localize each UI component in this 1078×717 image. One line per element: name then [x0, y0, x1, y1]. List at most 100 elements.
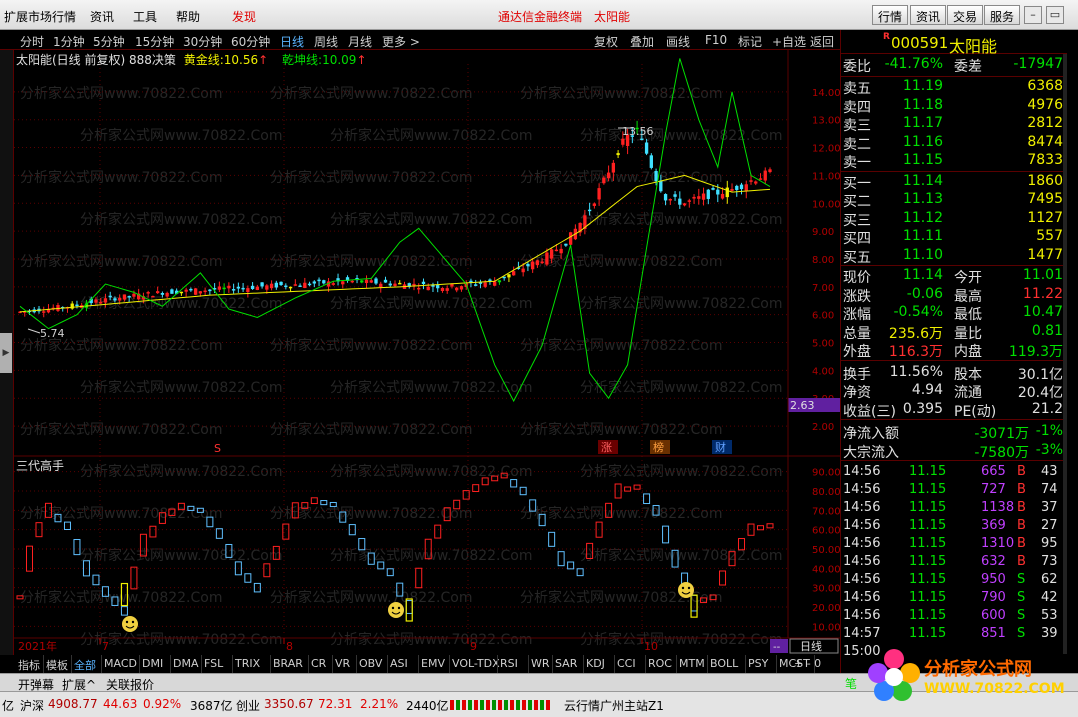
- period-timeshare[interactable]: 分时: [20, 33, 44, 50]
- tab-separator: [139, 655, 140, 673]
- tool-draw[interactable]: 画线: [666, 33, 690, 50]
- candle-body: [421, 281, 426, 285]
- row-label-2: 内盘: [954, 344, 982, 360]
- row-label: 净资: [843, 385, 871, 401]
- marker-bang[interactable]: 榜: [653, 440, 664, 454]
- restore-icon[interactable]: ▭: [1046, 6, 1064, 24]
- marker-cai[interactable]: 财: [715, 440, 726, 454]
- smiley-icon: [122, 616, 138, 632]
- period-monthly[interactable]: 月线: [348, 33, 372, 50]
- menu-discover[interactable]: 发现: [232, 8, 256, 25]
- indicator-tab-brar[interactable]: BRAR: [273, 657, 303, 670]
- tool-back[interactable]: 返回: [810, 33, 834, 50]
- menu-tools[interactable]: 工具: [133, 8, 157, 25]
- candle-body: [682, 203, 687, 206]
- candle-body: [227, 285, 231, 289]
- trade-button[interactable]: 交易: [947, 5, 984, 25]
- indicator-tab-vr[interactable]: VR: [335, 657, 350, 670]
- indicator-tab-psy[interactable]: PSY: [748, 657, 768, 670]
- y-tick-label: 4.00: [812, 366, 834, 377]
- row-value-2: 10.47: [1022, 304, 1063, 320]
- tool-overlay[interactable]: 叠加: [630, 33, 654, 50]
- sub-bar: [149, 525, 157, 538]
- period-15min[interactable]: 15分钟: [135, 33, 174, 50]
- period-more[interactable]: 更多 >: [382, 33, 420, 50]
- indicator-tab-rsi[interactable]: RSI: [500, 657, 518, 670]
- stock-name[interactable]: 太阳能: [949, 33, 997, 57]
- indicator-tab-dma[interactable]: DMA: [173, 657, 199, 670]
- server-status[interactable]: 云行情广州主站Z1: [564, 697, 664, 714]
- qk-value: 10.09: [322, 53, 357, 67]
- indicator-tab-voltdx[interactable]: VOL-TDX: [452, 657, 500, 670]
- period-daily[interactable]: 日线: [280, 33, 304, 50]
- candle-body: [611, 162, 616, 173]
- tool-mark[interactable]: 标记: [738, 33, 762, 50]
- row-label: 总量: [843, 325, 871, 342]
- tool-adjust[interactable]: 复权: [594, 33, 618, 50]
- indicator-tab-[interactable]: 指标: [18, 657, 40, 673]
- indicator-tab-mtm[interactable]: MTM: [679, 657, 705, 670]
- indicator-tab-[interactable]: 模板: [46, 657, 68, 673]
- y-tick-label: 13.00: [812, 116, 840, 127]
- candle-body: [122, 294, 127, 300]
- indicator-tab-trix[interactable]: TRIX: [235, 657, 260, 670]
- hs-label[interactable]: 沪深: [20, 697, 44, 714]
- marker-s[interactable]: S: [214, 442, 221, 455]
- indicator-tab-fsl[interactable]: FSL: [204, 657, 223, 670]
- tab-separator: [776, 655, 777, 673]
- tab-scroll-icon[interactable]: + - 0: [794, 657, 821, 670]
- indicator-tab-[interactable]: 全部: [74, 657, 96, 673]
- candle-body: [559, 248, 563, 254]
- menu-news[interactable]: 资讯: [90, 8, 114, 25]
- tool-add-favorite[interactable]: +自选: [772, 33, 806, 50]
- indicator-tab-roc[interactable]: ROC: [648, 657, 672, 670]
- minimize-icon[interactable]: –: [1024, 6, 1042, 24]
- row-label-2: 流通: [954, 385, 982, 401]
- candle-body: [265, 285, 269, 290]
- marker-zhang[interactable]: 涨: [601, 441, 612, 454]
- indicator-tab-obv[interactable]: OBV: [359, 657, 382, 670]
- period-1min[interactable]: 1分钟: [53, 33, 85, 50]
- tick-count: 73: [1041, 554, 1058, 569]
- row-value-2: 1127: [1027, 209, 1063, 226]
- indicator-tab-emv[interactable]: EMV: [421, 657, 445, 670]
- stock-code[interactable]: 000591: [891, 34, 948, 52]
- indicator-tab-asi[interactable]: ASI: [390, 657, 408, 670]
- indicator-tab-boll[interactable]: BOLL: [710, 657, 738, 670]
- cy-label[interactable]: 创业: [236, 697, 260, 714]
- quote-button[interactable]: 行情: [872, 5, 909, 25]
- sub-bar: [120, 606, 128, 616]
- indicator-tab-cci[interactable]: CCI: [617, 657, 636, 670]
- indicator-tab-dmi[interactable]: DMI: [142, 657, 163, 670]
- panel-scrollbar[interactable]: [1063, 54, 1067, 654]
- news-button[interactable]: 资讯: [910, 5, 947, 25]
- indicator-tab-wr[interactable]: WR: [531, 657, 550, 670]
- candle-body: [488, 279, 492, 282]
- sub-bar: [130, 566, 138, 590]
- row-value: 11.13: [902, 191, 943, 207]
- period-30min[interactable]: 30分钟: [183, 33, 222, 50]
- ticks-label[interactable]: 笔: [845, 675, 857, 692]
- stock-info-title: 太阳能(日线 前复权) 888决策: [16, 53, 176, 67]
- tick-volume: 632: [981, 554, 1006, 569]
- row-value-2: -17947: [1013, 56, 1063, 72]
- tick-price: 11.15: [909, 518, 947, 533]
- candle-body: [322, 280, 326, 284]
- tool-f10[interactable]: F10: [705, 33, 727, 47]
- menu-extended-market[interactable]: 扩展市场行情: [4, 8, 76, 25]
- service-button[interactable]: 服务: [984, 5, 1021, 25]
- indicator-tab-macd[interactable]: MACD: [104, 657, 137, 670]
- tick-row: 14:56 11.15 1138 B 37: [841, 500, 1067, 518]
- period-60min[interactable]: 60分钟: [231, 33, 270, 50]
- sub-y-tick-label: 50.00: [812, 545, 840, 556]
- candle-body: [701, 193, 706, 200]
- indicator-tab-sar[interactable]: SAR: [555, 657, 577, 670]
- flow-row: 大宗流入 -7580万 -3%: [841, 442, 1067, 461]
- candle-body: [42, 311, 46, 313]
- chart-area[interactable]: 分析家公式网www.70822.Com 分析家公式网www.70822.Com 分析…: [0, 50, 840, 655]
- indicator-tab-kdj[interactable]: KDJ: [586, 657, 605, 670]
- period-weekly[interactable]: 周线: [314, 33, 338, 50]
- indicator-tab-cr[interactable]: CR: [311, 657, 326, 670]
- menu-help[interactable]: 帮助: [176, 8, 200, 25]
- period-5min[interactable]: 5分钟: [93, 33, 125, 50]
